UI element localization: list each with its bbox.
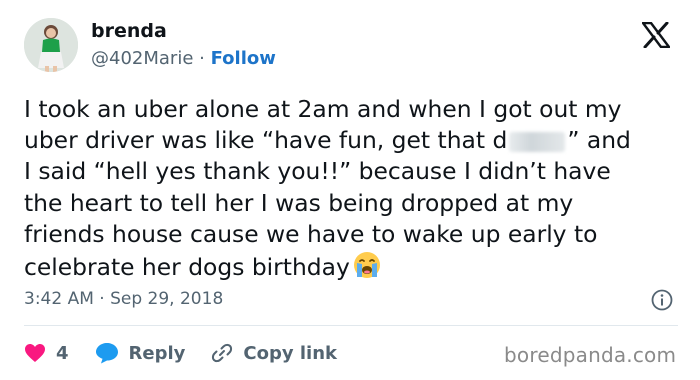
reply-label: Reply: [128, 342, 186, 364]
info-icon[interactable]: [651, 289, 673, 311]
copy-link-label: Copy link: [243, 342, 337, 364]
copy-link-button[interactable]: Copy link: [211, 342, 337, 364]
like-button[interactable]: 4: [24, 343, 69, 364]
timestamp-separator: ·: [99, 289, 105, 309]
link-icon: [212, 343, 233, 363]
tweet-text: I took an uber alone at 2am and when I g…: [24, 94, 684, 283]
avatar-image: [24, 18, 78, 72]
user-handle[interactable]: @402Marie: [91, 48, 193, 69]
action-bar: 4 Reply Copy link: [24, 340, 363, 366]
watermark: boredpanda.com: [504, 343, 677, 367]
x-logo-icon[interactable]: [642, 22, 670, 48]
heart-icon: [25, 344, 45, 362]
reply-bubble-icon: [95, 343, 118, 364]
avatar[interactable]: [24, 18, 78, 72]
divider: [24, 325, 678, 326]
follow-button[interactable]: Follow: [211, 48, 276, 69]
like-count: 4: [56, 342, 69, 364]
redacted-word: [509, 131, 566, 152]
loudly-crying-face-icon: [353, 252, 380, 279]
tweet-timestamp[interactable]: 3:42 AM · Sep 29, 2018: [24, 289, 223, 309]
tweet-date: Sep 29, 2018: [110, 289, 224, 309]
reply-button[interactable]: Reply: [95, 342, 186, 364]
display-name[interactable]: brenda: [91, 20, 167, 42]
separator-dot: ·: [199, 48, 205, 69]
tweet-time: 3:42 AM: [24, 289, 94, 309]
handle-row: @402Marie · Follow: [91, 48, 276, 69]
